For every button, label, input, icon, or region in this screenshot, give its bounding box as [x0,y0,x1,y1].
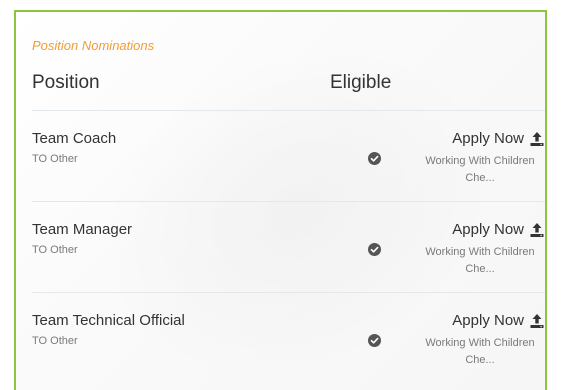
position-category: TO Other [32,335,78,347]
table-row: Team Manager TO Other Apply Now Working … [32,201,545,293]
position-nominations-panel: Position Nominations Position Eligible T… [14,10,547,390]
apply-now-label: Apply Now [452,312,524,329]
table-row: Team Technical Official TO Other Apply N… [32,292,545,384]
column-header-eligible: Eligible [330,72,392,93]
requirement-note: Working With Children Che... [405,153,545,187]
position-name: Team Technical Official [32,312,185,329]
column-header-position: Position [32,72,100,93]
table-row: Team Coach TO Other Apply Now Working Wi… [32,110,545,202]
requirement-line: Working With Children [425,246,535,258]
apply-cell: Apply Now Working With Children Che... [405,312,545,369]
apply-cell: Apply Now Working With Children Che... [405,221,545,278]
requirement-note: Working With Children Che... [405,244,545,278]
requirement-note: Working With Children Che... [405,335,545,369]
requirement-line: Che... [465,172,495,184]
upload-icon [530,131,544,146]
requirement-line: Che... [465,263,495,275]
apply-cell: Apply Now Working With Children Che... [405,130,545,187]
requirement-line: Working With Children [425,337,535,349]
apply-now-button[interactable]: Apply Now [452,221,545,238]
apply-now-button[interactable]: Apply Now [452,130,545,147]
upload-icon [530,313,544,328]
upload-icon [530,222,544,237]
apply-now-label: Apply Now [452,130,524,147]
apply-now-label: Apply Now [452,221,524,238]
check-circle-icon [368,152,381,165]
check-circle-icon [368,243,381,256]
apply-now-button[interactable]: Apply Now [452,312,545,329]
position-name: Team Manager [32,221,133,238]
position-name: Team Coach [32,130,117,147]
requirement-line: Che... [465,354,495,366]
position-category: TO Other [32,153,78,165]
panel-title: Position Nominations [32,38,155,53]
requirement-line: Working With Children [425,155,535,167]
check-circle-icon [368,334,381,347]
position-category: TO Other [32,244,78,256]
